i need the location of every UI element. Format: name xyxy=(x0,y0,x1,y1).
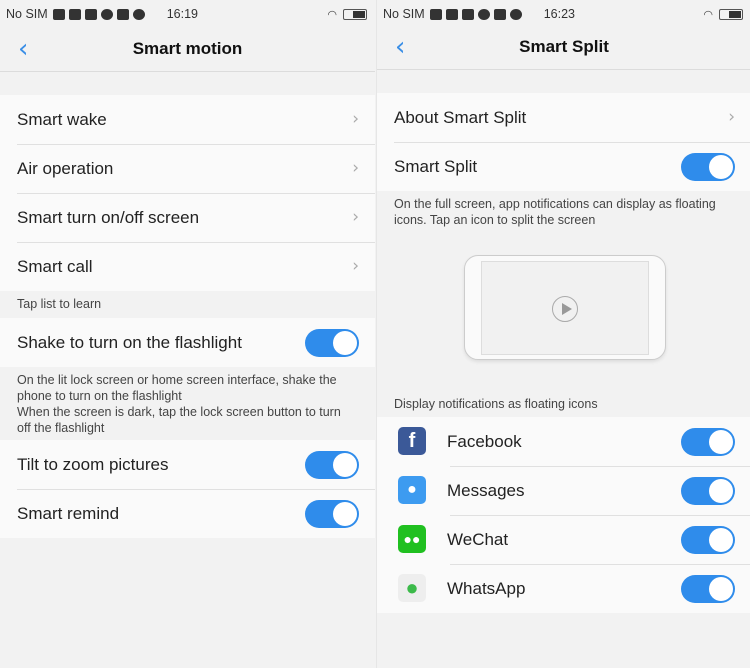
section-label: Display notifications as floating icons xyxy=(394,397,598,411)
smart-split-description: On the full screen, app notifications ca… xyxy=(394,197,716,227)
wechat-icon: ●● xyxy=(398,525,426,553)
messages-toggle[interactable] xyxy=(681,477,735,505)
youtube-icon xyxy=(429,8,442,20)
phone-illustration xyxy=(464,255,666,360)
chevron-right-icon: › xyxy=(728,107,735,127)
messages-icon: ● xyxy=(398,476,426,504)
facebook-icon xyxy=(461,8,474,20)
carrier: No SIM xyxy=(6,7,48,21)
wifi-icon: ◠ xyxy=(327,9,337,21)
app-icon xyxy=(116,8,129,20)
header: ‹ Smart motion xyxy=(0,28,375,72)
item-label: Facebook xyxy=(447,431,522,451)
carrier: No SIM xyxy=(383,7,425,21)
item-label: Tilt to zoom pictures xyxy=(17,454,169,474)
facebook-icon: f xyxy=(398,427,426,455)
facebook-icon xyxy=(68,8,81,20)
nav-item-smart-call[interactable]: Smart call › xyxy=(0,242,375,291)
item-label: WeChat xyxy=(447,529,509,549)
tilt-to-zoom-toggle[interactable] xyxy=(305,451,359,479)
notification-icons xyxy=(52,8,145,20)
back-button[interactable]: ‹ xyxy=(18,34,28,64)
item-label: Smart remind xyxy=(17,503,120,523)
smart-remind-toggle[interactable] xyxy=(305,500,359,528)
clock: 16:19 xyxy=(166,7,198,21)
app-row-wechat: ●● WeChat xyxy=(377,515,750,564)
play-icon[interactable] xyxy=(552,296,578,322)
app-row-whatsapp: ● WhatsApp xyxy=(377,564,750,613)
wifi-icon: ◠ xyxy=(703,9,713,21)
chevron-right-icon: › xyxy=(352,256,359,276)
youtube-icon xyxy=(52,8,65,20)
target-icon xyxy=(100,8,113,20)
chevron-right-icon: › xyxy=(352,158,359,178)
item-label: Smart wake xyxy=(17,109,107,129)
flashlight-description: On the lit lock screen or home screen in… xyxy=(17,373,341,435)
phone-screen xyxy=(481,261,649,355)
messenger-icon xyxy=(132,8,145,20)
smart-split-screen: No SIM 16:23 ◠ ‹ Smart Split About Smart… xyxy=(376,0,750,668)
notification-icons xyxy=(429,8,522,20)
item-label: Smart call xyxy=(17,256,93,276)
nav-group: Smart wake › Air operation › Smart turn on… xyxy=(0,95,375,291)
chevron-right-icon: › xyxy=(352,207,359,227)
status-bar: No SIM 16:23 ◠ xyxy=(377,0,750,28)
toggle-group: Tilt to zoom pictures Smart remind xyxy=(0,440,375,538)
app-row-facebook: f Facebook xyxy=(377,417,750,466)
facebook-toggle[interactable] xyxy=(681,428,735,456)
smart-split-toggle[interactable] xyxy=(681,153,735,181)
item-label: Smart Split xyxy=(394,156,478,176)
section-label: Tap list to learn xyxy=(17,297,102,311)
header: ‹ Smart Split xyxy=(377,28,750,70)
wechat-toggle[interactable] xyxy=(681,526,735,554)
flashlight-group: Shake to turn on the flashlight xyxy=(0,318,375,367)
page-title: Smart Split xyxy=(519,37,609,56)
item-label: Smart turn on/off screen xyxy=(17,207,200,227)
flashlight-toggle[interactable] xyxy=(305,329,359,357)
facebook-icon xyxy=(84,8,97,20)
facebook-icon xyxy=(445,8,458,20)
nav-item-air-operation[interactable]: Air operation › xyxy=(0,144,375,193)
target-icon xyxy=(477,8,490,20)
split-group: About Smart Split › Smart Split xyxy=(377,93,750,191)
apps-group: f Facebook ● Messages ●● WeChat ● WhatsApp xyxy=(377,417,750,613)
status-bar: No SIM 16:19 ◠ xyxy=(0,0,375,28)
app-icon xyxy=(493,8,506,20)
smart-motion-screen: No SIM 16:19 ◠ ‹ Smart motion Smart wake… xyxy=(0,0,375,668)
messenger-icon xyxy=(509,8,522,20)
flashlight-row: Shake to turn on the flashlight xyxy=(0,318,375,367)
app-row-messages: ● Messages xyxy=(377,466,750,515)
back-button[interactable]: ‹ xyxy=(395,32,405,62)
item-label: Shake to turn on the flashlight xyxy=(17,332,242,352)
item-label: WhatsApp xyxy=(447,578,526,598)
page-title: Smart motion xyxy=(132,39,243,58)
nav-item-smart-wake[interactable]: Smart wake › xyxy=(0,95,375,144)
clock: 16:23 xyxy=(543,7,575,21)
whatsapp-icon: ● xyxy=(398,574,426,602)
smart-split-row: Smart Split xyxy=(377,142,750,191)
item-label: Messages xyxy=(447,480,525,500)
battery-icon xyxy=(343,9,367,20)
whatsapp-toggle[interactable] xyxy=(681,575,735,603)
tilt-to-zoom-row: Tilt to zoom pictures xyxy=(0,440,375,489)
item-label: Air operation xyxy=(17,158,114,178)
chevron-right-icon: › xyxy=(352,109,359,129)
nav-item-smart-turn-on-off-screen[interactable]: Smart turn on/off screen › xyxy=(0,193,375,242)
smart-remind-row: Smart remind xyxy=(0,489,375,538)
battery-icon xyxy=(719,9,743,20)
item-label: About Smart Split xyxy=(394,107,527,127)
about-smart-split[interactable]: About Smart Split › xyxy=(377,93,750,142)
